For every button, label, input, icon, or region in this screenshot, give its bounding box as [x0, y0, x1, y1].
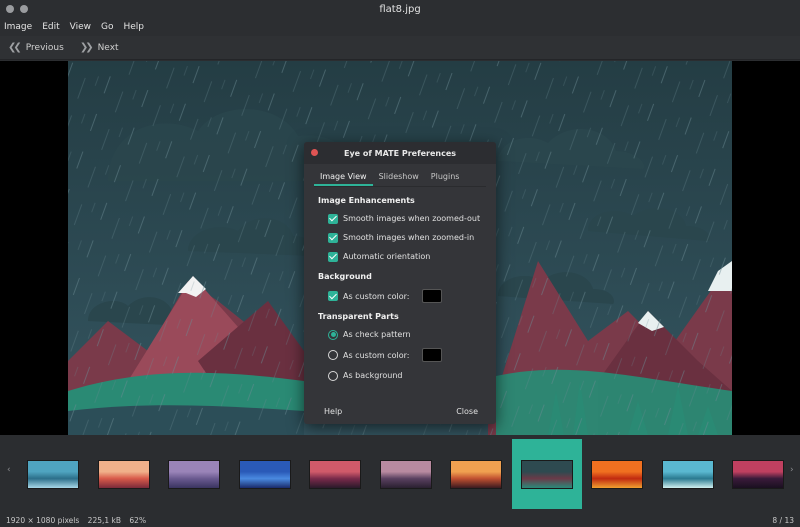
smooth-zoomed-in-label: Smooth images when zoomed-in — [343, 233, 475, 242]
window-title: flat8.jpg — [379, 3, 421, 15]
thumbnail-item[interactable] — [582, 439, 652, 509]
scroll-left-icon[interactable]: ‹ — [7, 465, 11, 475]
check-pattern-label: As check pattern — [343, 330, 411, 339]
thumbnail-item[interactable] — [300, 439, 370, 509]
menu-edit[interactable]: Edit — [42, 22, 59, 32]
previous-arrow-icon: ❮❮ — [8, 42, 22, 53]
automatic-orientation-label: Automatic orientation — [343, 252, 431, 261]
preferences-dialog: Eye of MATE Preferences Image View Slide… — [304, 142, 496, 424]
thumbnail-item[interactable] — [511, 439, 582, 509]
next-label: Next — [97, 42, 119, 53]
tab-image-view[interactable]: Image View — [314, 170, 373, 186]
dialog-body: Image Enhancements Smooth images when zo… — [304, 187, 496, 385]
window-close-button[interactable] — [6, 5, 14, 13]
background-custom-color-label: As custom color: — [343, 291, 410, 301]
thumb-night-pink — [732, 459, 784, 489]
image-position: 8 / 13 — [772, 515, 794, 525]
smooth-zoomed-in-checkbox[interactable] — [328, 232, 338, 243]
thumbnail-item[interactable] — [371, 439, 441, 509]
menu-bar: Image Edit View Go Help — [0, 18, 800, 36]
thumb-crimson — [309, 459, 361, 489]
zoom-level: 62% — [129, 515, 147, 525]
dialog-footer: Help Close — [304, 398, 496, 424]
background-heading: Background — [318, 272, 372, 281]
as-background-label: As background — [343, 371, 403, 380]
transparent-custom-color-label: As custom color: — [343, 350, 410, 360]
previous-label: Previous — [25, 42, 64, 53]
thumbnail-item[interactable] — [441, 439, 511, 509]
menu-image[interactable]: Image — [4, 22, 32, 32]
smooth-zoomed-out-checkbox[interactable] — [328, 213, 338, 224]
dialog-tabs: Image View Slideshow Plugins — [314, 170, 486, 187]
next-button[interactable]: ❯❯ Next — [80, 42, 119, 53]
as-background-radio[interactable] — [328, 370, 338, 381]
image-dimensions: 1920 × 1080 pixels — [6, 515, 80, 525]
next-arrow-icon: ❯❯ — [79, 42, 94, 53]
automatic-orientation-checkbox[interactable] — [328, 251, 338, 262]
background-color-button[interactable] — [422, 289, 443, 303]
thumbnail-item[interactable] — [230, 439, 300, 509]
thumbnail-item[interactable] — [653, 439, 723, 509]
thumb-lake — [27, 459, 79, 489]
image-viewer[interactable]: Eye of MATE Preferences Image View Slide… — [0, 61, 800, 435]
status-bar: 1920 × 1080 pixels 225,1 kB 62% 8 / 13 — [0, 513, 800, 527]
thumb-orange-dunes — [591, 459, 643, 489]
window-titlebar: flat8.jpg — [0, 0, 800, 18]
transparent-color-button[interactable] — [422, 348, 443, 362]
help-button[interactable]: Help — [324, 407, 342, 416]
thumb-forest-dusk — [379, 459, 432, 489]
menu-view[interactable]: View — [70, 22, 91, 32]
tab-plugins[interactable]: Plugins — [425, 170, 466, 186]
transparent-parts-heading: Transparent Parts — [318, 312, 399, 321]
thumb-purple-hills — [168, 459, 220, 489]
toolbar: ❮❮ Previous ❯❯ Next — [0, 36, 800, 60]
previous-button[interactable]: ❮❮ Previous — [8, 42, 64, 53]
tab-slideshow[interactable]: Slideshow — [373, 170, 425, 186]
thumbnail-list — [18, 435, 784, 513]
thumb-orange-forest — [450, 459, 502, 489]
window-controls — [6, 5, 28, 13]
option-check-pattern[interactable]: As check pattern — [328, 325, 482, 344]
option-as-background[interactable]: As background — [328, 366, 482, 385]
window-minimize-button[interactable] — [20, 5, 28, 13]
transparent-custom-color-radio[interactable] — [328, 350, 338, 360]
thumb-teal-trees — [661, 459, 714, 489]
check-pattern-radio[interactable] — [328, 329, 338, 340]
thumbnail-item[interactable] — [723, 439, 784, 509]
image-enhancements-heading: Image Enhancements — [318, 196, 415, 205]
thumbnail-item[interactable] — [89, 439, 159, 509]
thumbnail-item[interactable] — [159, 439, 229, 509]
scroll-right-icon[interactable]: › — [790, 465, 794, 475]
smooth-zoomed-out-label: Smooth images when zoomed-out — [343, 214, 481, 223]
dialog-titlebar: Eye of MATE Preferences — [304, 142, 496, 164]
dialog-title: Eye of MATE Preferences — [343, 148, 457, 158]
thumb-sunset-red — [97, 459, 150, 489]
thumbnail-item[interactable] — [18, 439, 88, 509]
menu-go[interactable]: Go — [101, 22, 113, 32]
thumb-rainy-mountains — [520, 459, 573, 489]
close-button[interactable]: Close — [456, 407, 478, 416]
thumb-blue-sea — [238, 459, 291, 489]
dialog-close-icon[interactable] — [311, 149, 318, 156]
option-smooth-zoomed-in[interactable]: Smooth images when zoomed-in — [328, 228, 482, 247]
option-smooth-zoomed-out[interactable]: Smooth images when zoomed-out — [328, 209, 482, 228]
background-custom-color-checkbox[interactable] — [328, 291, 338, 301]
thumbnail-filmstrip: ‹ › — [0, 435, 800, 513]
option-background-custom-color[interactable]: As custom color: — [328, 285, 482, 307]
menu-help[interactable]: Help — [123, 22, 144, 32]
image-file-size: 225,1 kB — [87, 515, 122, 525]
option-automatic-orientation[interactable]: Automatic orientation — [328, 247, 482, 266]
option-transparent-custom-color[interactable]: As custom color: — [328, 344, 482, 366]
